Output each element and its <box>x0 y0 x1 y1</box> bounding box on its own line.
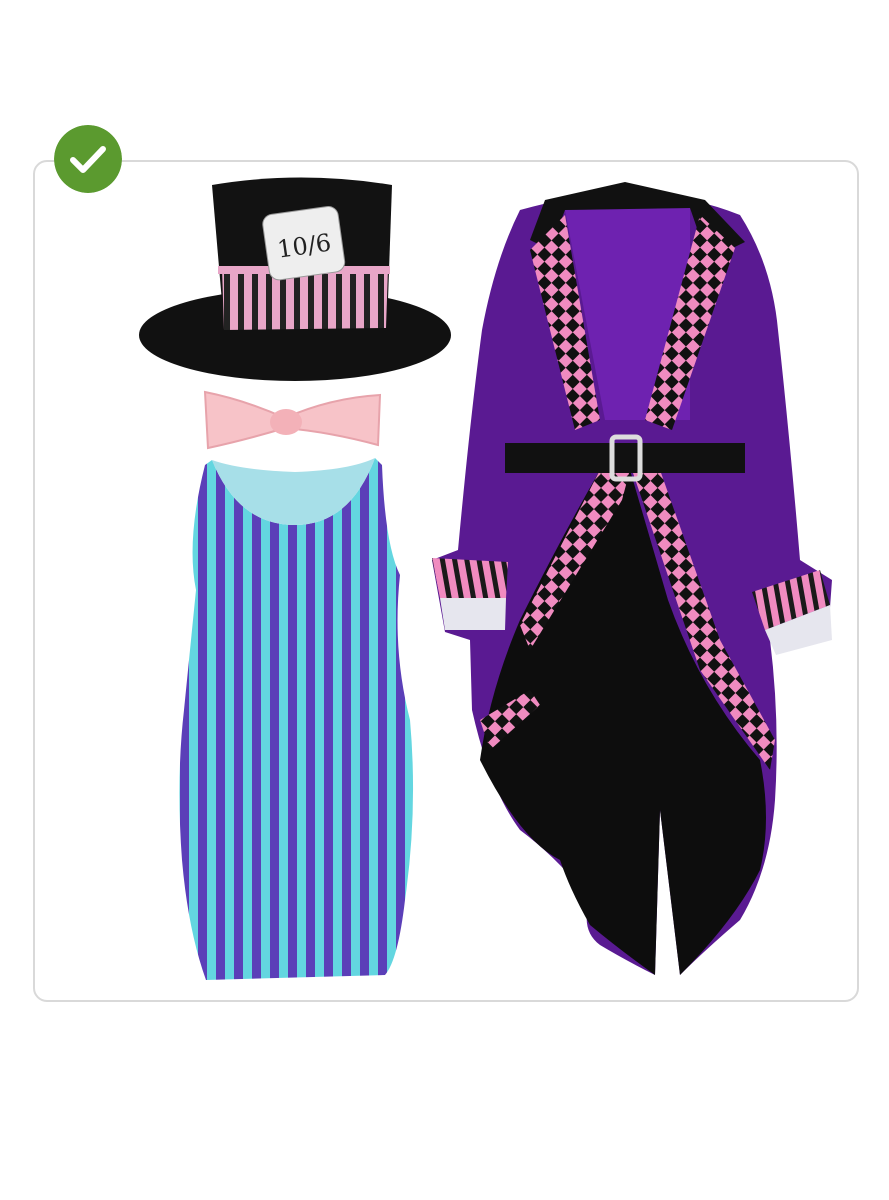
costume-illustration: 10/6 <box>139 177 832 980</box>
tailcoat <box>432 182 832 975</box>
hat-card: 10/6 <box>262 205 346 281</box>
striped-dress <box>179 458 414 980</box>
pink-bow <box>203 390 382 450</box>
top-hat: 10/6 <box>139 177 451 381</box>
